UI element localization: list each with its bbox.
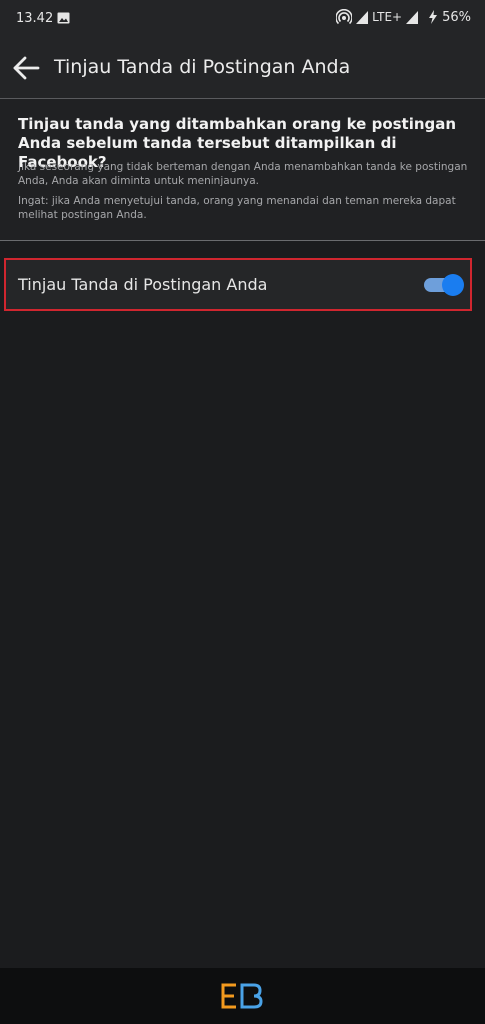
image-icon [57,12,70,24]
info-section: Tinjau tanda yang ditambahkan orang ke p… [0,99,485,241]
arrow-left-icon[interactable] [12,55,40,81]
hotspot-icon [336,9,353,25]
setting-label: Tinjau Tanda di Postingan Anda [18,275,268,294]
charging-icon [429,10,438,24]
logo-icon [221,983,263,1009]
info-description: Jika seseorang yang tidak berteman denga… [18,161,468,187]
network-type: LTE+ [372,10,403,24]
status-time: 13.42 [16,11,54,26]
status-bar: 13.42 LTE+ 56% [0,0,485,36]
signal-icon [356,10,369,24]
signal-icon-2 [406,10,419,24]
status-indicators: LTE+ 56% [336,9,471,25]
battery-percent: 56% [442,9,471,25]
review-tags-setting-row[interactable]: Tinjau Tanda di Postingan Anda [4,258,472,311]
page-title: Tinjau Tanda di Postingan Anda [54,56,351,78]
bottom-bar [0,968,485,1024]
info-note: Ingat: jika Anda menyetujui tanda, orang… [18,195,456,221]
review-tags-toggle[interactable] [424,274,464,296]
toggle-thumb [442,274,464,296]
app-bar: Tinjau Tanda di Postingan Anda [0,36,485,99]
